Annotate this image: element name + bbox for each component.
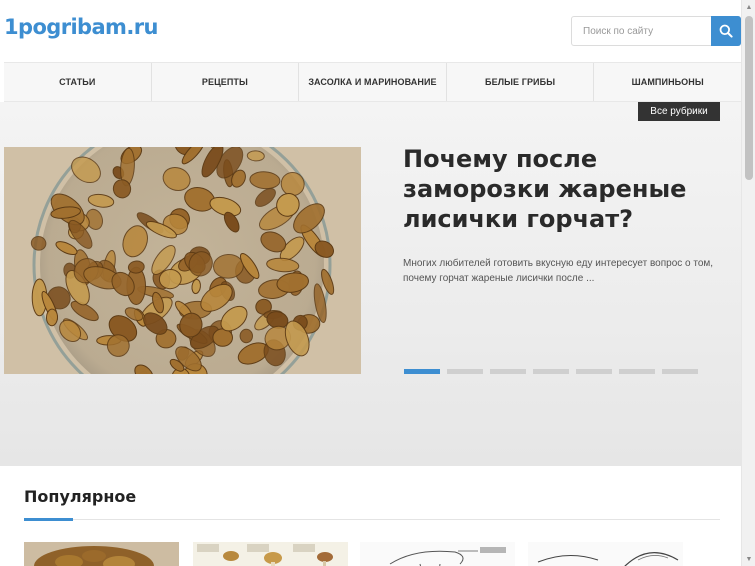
page-scrollbar[interactable]: ▲ ▼ (741, 0, 755, 566)
search-icon (719, 24, 733, 38)
slide-dot[interactable] (576, 369, 612, 374)
popular-section: Популярное (0, 466, 741, 566)
search-box (571, 16, 741, 46)
featured-title[interactable]: Почему после заморозки жареные лисички г… (403, 144, 733, 234)
all-categories-button[interactable]: Все рубрики (638, 102, 720, 121)
popular-heading: Популярное (24, 487, 137, 506)
featured-excerpt: Многих любителей готовить вкусную еду ин… (403, 258, 714, 284)
popular-thumbnail-mushroom-sketch[interactable] (360, 542, 515, 566)
nav-item-pickling[interactable]: ЗАСОЛКА И МАРИНОВАНИЕ (299, 63, 447, 101)
featured-slider: Все рубрики Почему после заморозки жарен… (0, 102, 741, 466)
nav-item-porcini[interactable]: БЕЛЫЕ ГРИБЫ (447, 63, 595, 101)
featured-image-chanterelles[interactable] (4, 147, 361, 374)
search-input[interactable] (572, 17, 712, 45)
slide-dot[interactable] (404, 369, 440, 374)
site-header: 1pogribam.ru (0, 0, 741, 62)
search-button[interactable] (711, 16, 741, 46)
section-divider-accent (24, 518, 73, 521)
nav-item-articles[interactable]: СТАТЬИ (4, 63, 152, 101)
main-navigation: СТАТЬИ РЕЦЕПТЫ ЗАСОЛКА И МАРИНОВАНИЕ БЕЛ… (4, 62, 741, 102)
slide-dot[interactable] (662, 369, 698, 374)
nav-item-champignons[interactable]: ШАМПИНЬОНЫ (594, 63, 741, 101)
arrow-down-icon[interactable]: ▼ (742, 552, 755, 566)
arrow-up-icon[interactable]: ▲ (742, 0, 755, 14)
site-logo[interactable]: 1pogribam.ru (4, 15, 158, 39)
slide-dot[interactable] (533, 369, 569, 374)
slide-dot[interactable] (490, 369, 526, 374)
section-divider (24, 519, 720, 520)
slider-pagination (404, 369, 698, 374)
popular-thumbnail-mushroom-drawing[interactable] (528, 542, 683, 566)
popular-thumbnail-mushroom-chart[interactable] (193, 542, 348, 566)
popular-thumbnail-chanterelles[interactable] (24, 542, 179, 566)
slide-dot[interactable] (447, 369, 483, 374)
nav-item-recipes[interactable]: РЕЦЕПТЫ (152, 63, 300, 101)
slide-dot[interactable] (619, 369, 655, 374)
scrollbar-thumb[interactable] (745, 16, 753, 180)
